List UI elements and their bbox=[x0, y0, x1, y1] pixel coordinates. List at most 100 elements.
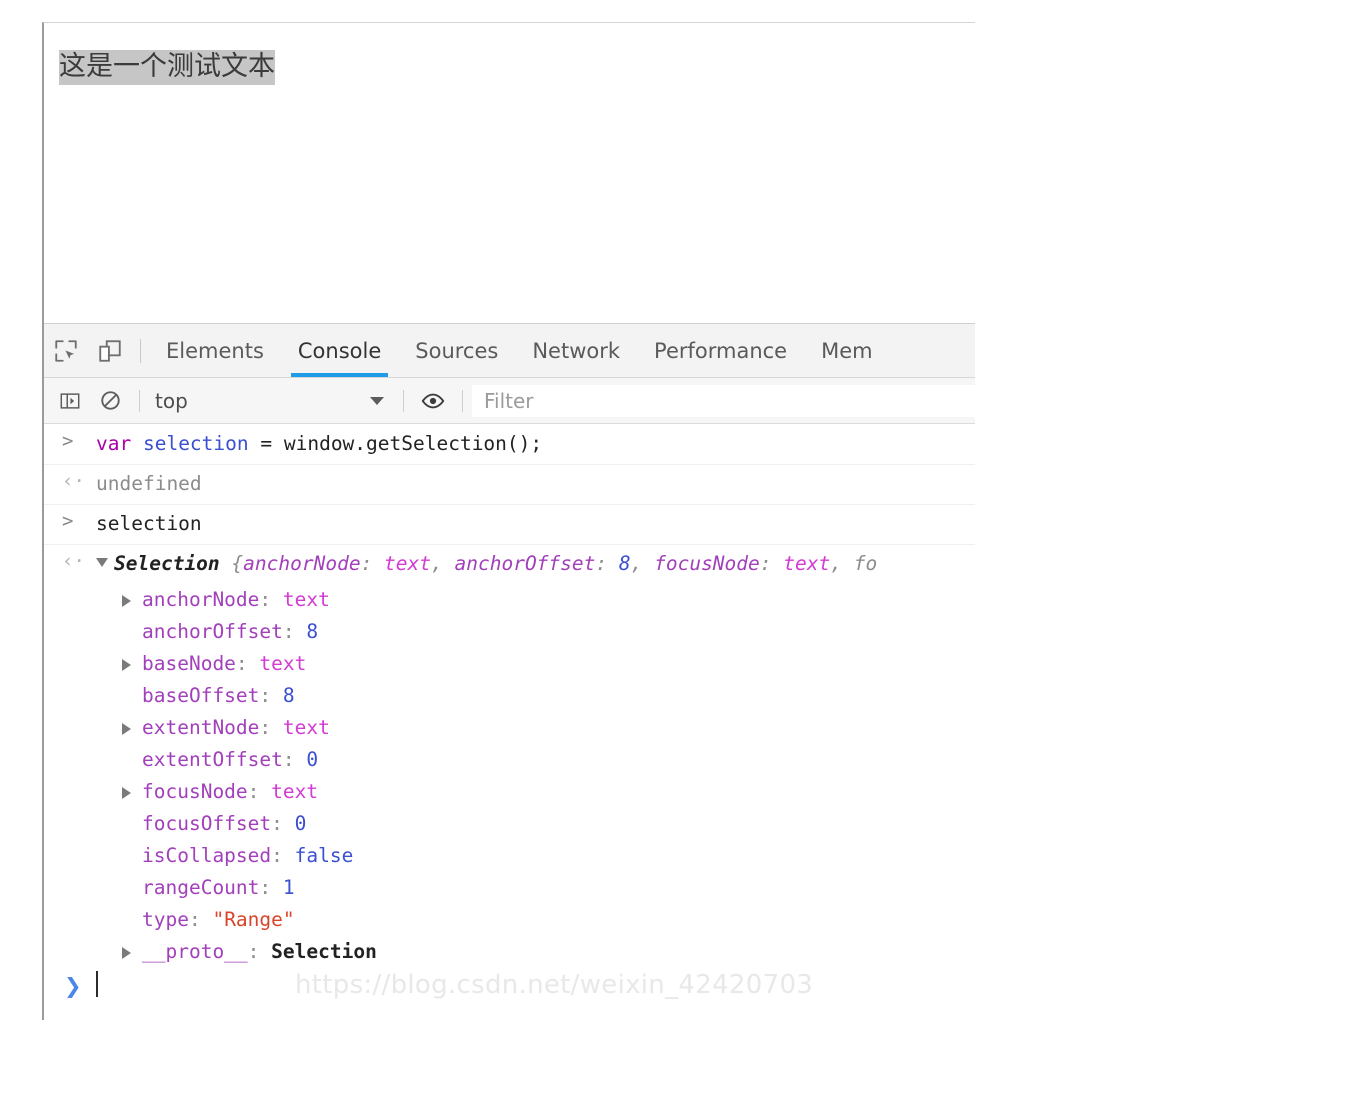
devtools-tabbar: Elements Console Sources Network Perform… bbox=[44, 324, 975, 378]
triangle-right-icon[interactable] bbox=[122, 659, 131, 671]
property-separator: : bbox=[188, 908, 213, 931]
property-name: extentNode bbox=[142, 716, 260, 739]
tab-elements-label: Elements bbox=[166, 338, 264, 363]
property-name: baseOffset bbox=[142, 684, 260, 707]
property-separator: : bbox=[271, 844, 295, 867]
console-toolbar: top Filter bbox=[44, 378, 975, 424]
property-value: text bbox=[282, 588, 330, 611]
property-name: rangeCount bbox=[142, 876, 260, 899]
triangle-right-icon[interactable] bbox=[122, 723, 131, 735]
object-class-name: Selection bbox=[114, 552, 220, 575]
property-value: 0 bbox=[294, 812, 307, 835]
console-gutter-icon: ‹· bbox=[62, 470, 85, 492]
console-gutter-icon: ‹· bbox=[62, 550, 85, 572]
property-separator: : bbox=[271, 812, 295, 835]
triangle-right-icon[interactable] bbox=[122, 595, 131, 607]
tab-elements[interactable]: Elements bbox=[149, 324, 281, 377]
preview-token: 8 bbox=[618, 552, 631, 575]
preview-token: fo bbox=[853, 552, 878, 575]
tab-memory-label: Mem bbox=[821, 338, 873, 363]
console-toolbar-divider-1 bbox=[139, 389, 140, 412]
console-toolbar-divider-2 bbox=[403, 389, 404, 412]
chevron-down-icon bbox=[370, 396, 384, 405]
console-entry-text: var selection = window.getSelection(); bbox=[96, 425, 975, 464]
property-value: Selection bbox=[271, 940, 377, 963]
object-property-row[interactable]: type: "Range" bbox=[96, 904, 975, 936]
tab-sources-label: Sources bbox=[415, 338, 499, 363]
token-expression: selection bbox=[96, 512, 202, 535]
property-value: false bbox=[294, 844, 354, 867]
preview-token: text bbox=[783, 552, 831, 575]
property-name: focusNode bbox=[142, 780, 248, 803]
token-undefined: undefined bbox=[96, 472, 202, 495]
console-context-selector[interactable]: top bbox=[149, 384, 394, 418]
preview-token: : bbox=[759, 552, 784, 575]
object-property-list: anchorNode: text anchorOffset: 8 baseNode:… bbox=[96, 584, 975, 968]
console-message-list[interactable]: > var selection = window.getSelection();… bbox=[44, 425, 975, 1020]
object-summary-row[interactable]: Selection {anchorNode: text, anchorOffse… bbox=[96, 545, 975, 584]
console-sidebar-icon[interactable] bbox=[50, 381, 90, 421]
triangle-down-icon[interactable] bbox=[96, 558, 108, 567]
console-entry-object[interactable]: ‹· Selection {anchorNode: text, anchorOf… bbox=[44, 545, 975, 968]
tab-performance-label: Performance bbox=[654, 338, 788, 363]
property-separator: : bbox=[259, 588, 283, 611]
eye-icon[interactable] bbox=[413, 381, 453, 421]
property-value: "Range" bbox=[212, 908, 295, 931]
preview-token: : bbox=[360, 552, 385, 575]
toggle-device-toolbar-icon[interactable] bbox=[88, 329, 132, 373]
selected-text[interactable]: 这是一个测试文本 bbox=[59, 50, 275, 85]
tab-console[interactable]: Console bbox=[281, 324, 398, 377]
object-property-row[interactable]: anchorOffset: 8 bbox=[96, 616, 975, 648]
property-separator: : bbox=[259, 684, 283, 707]
clear-console-icon[interactable] bbox=[90, 381, 130, 421]
tab-sources[interactable]: Sources bbox=[398, 324, 515, 377]
property-separator: : bbox=[259, 876, 283, 899]
preview-token: { bbox=[219, 552, 244, 575]
preview-token: text bbox=[384, 552, 432, 575]
filter-input-placeholder: Filter bbox=[484, 388, 534, 413]
console-toolbar-divider-3 bbox=[462, 389, 463, 412]
tab-network[interactable]: Network bbox=[515, 324, 637, 377]
filter-input[interactable]: Filter bbox=[472, 384, 975, 417]
property-name: type bbox=[142, 908, 189, 931]
triangle-right-icon[interactable] bbox=[122, 947, 131, 959]
inspect-element-icon[interactable] bbox=[44, 329, 88, 373]
tab-memory[interactable]: Mem bbox=[804, 324, 890, 377]
triangle-right-icon[interactable] bbox=[122, 787, 131, 799]
page-body-text[interactable]: 这是一个测试文本 bbox=[59, 50, 275, 85]
property-separator: : bbox=[259, 716, 283, 739]
console-prompt[interactable]: ❯ bbox=[44, 968, 975, 1006]
preview-token: , bbox=[630, 552, 655, 575]
tab-network-label: Network bbox=[532, 338, 621, 363]
property-name: __proto__ bbox=[142, 940, 248, 963]
preview-token: anchorOffset bbox=[454, 552, 596, 575]
object-property-row[interactable]: extentOffset: 0 bbox=[96, 744, 975, 776]
object-property-row[interactable]: __proto__: Selection bbox=[96, 936, 975, 968]
object-property-row[interactable]: isCollapsed: false bbox=[96, 840, 975, 872]
devtools-panel: Elements Console Sources Network Perform… bbox=[44, 323, 975, 1020]
object-property-row[interactable]: focusOffset: 0 bbox=[96, 808, 975, 840]
preview-token: anchorNode bbox=[243, 552, 361, 575]
browser-window: 这是一个测试文本 Elements Console Sources Networ… bbox=[42, 22, 975, 1020]
text-caret bbox=[96, 970, 98, 997]
object-property-row[interactable]: rangeCount: 1 bbox=[96, 872, 975, 904]
object-property-row[interactable]: extentNode: text bbox=[96, 712, 975, 744]
tab-console-label: Console bbox=[297, 338, 382, 363]
console-entry-text: selection bbox=[96, 505, 975, 544]
object-property-row[interactable]: baseOffset: 8 bbox=[96, 680, 975, 712]
preview-token: , bbox=[431, 552, 455, 575]
console-entry-input[interactable]: > var selection = window.getSelection(); bbox=[44, 425, 975, 465]
token-keyword: var bbox=[96, 432, 143, 455]
property-value: 8 bbox=[306, 620, 319, 643]
console-entry-input-2[interactable]: > selection bbox=[44, 505, 975, 545]
page-viewport[interactable]: 这是一个测试文本 bbox=[44, 23, 975, 323]
object-property-row[interactable]: anchorNode: text bbox=[96, 584, 975, 616]
tab-performance[interactable]: Performance bbox=[637, 324, 804, 377]
toolbar-divider bbox=[140, 338, 141, 363]
token-identifier: selection bbox=[142, 432, 261, 455]
object-preview: {anchorNode: text, anchorOffset: 8, focu… bbox=[219, 552, 878, 575]
property-name: baseNode bbox=[142, 652, 236, 675]
console-entry-result-undefined[interactable]: ‹· undefined bbox=[44, 465, 975, 505]
object-property-row[interactable]: baseNode: text bbox=[96, 648, 975, 680]
object-property-row[interactable]: focusNode: text bbox=[96, 776, 975, 808]
